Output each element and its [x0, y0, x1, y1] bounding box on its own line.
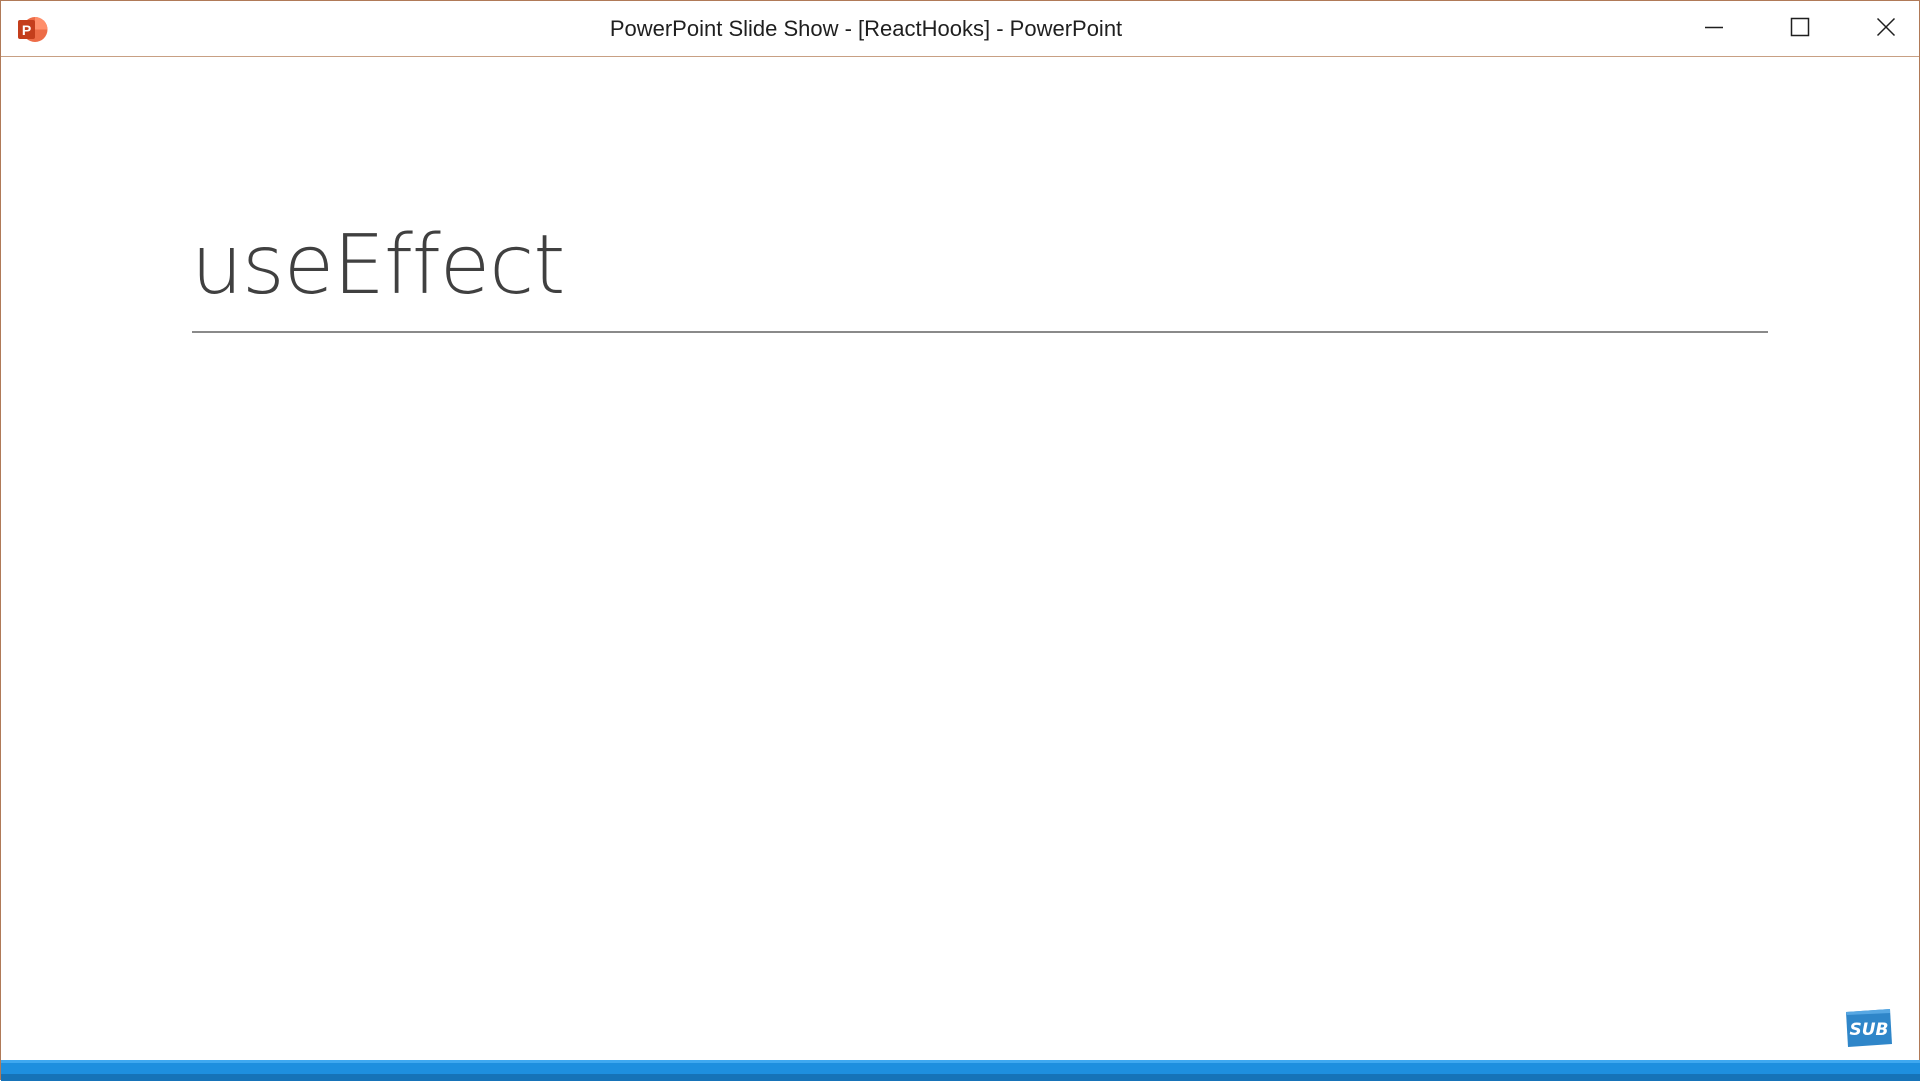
minimize-button[interactable]	[1671, 1, 1757, 57]
window-title: PowerPoint Slide Show - [ReactHooks] - P…	[609, 16, 1123, 41]
slide-title: useEffect	[191, 218, 565, 313]
close-icon	[1876, 17, 1896, 42]
minimize-icon	[1704, 17, 1724, 42]
accent-bar	[1, 1060, 1920, 1081]
maximize-button[interactable]	[1757, 1, 1843, 57]
maximize-icon	[1790, 17, 1810, 42]
powerpoint-window: P PowerPoint Slide Show - [ReactHooks] -…	[0, 0, 1920, 1081]
close-button[interactable]	[1843, 1, 1920, 57]
title-divider	[192, 331, 1768, 333]
sub-logo: SUB	[1843, 1008, 1893, 1048]
slide-canvas[interactable]: useEffect SUB	[1, 58, 1919, 1059]
title-bar[interactable]: P PowerPoint Slide Show - [ReactHooks] -…	[1, 1, 1919, 57]
sub-logo-text: SUB	[1849, 1020, 1888, 1040]
